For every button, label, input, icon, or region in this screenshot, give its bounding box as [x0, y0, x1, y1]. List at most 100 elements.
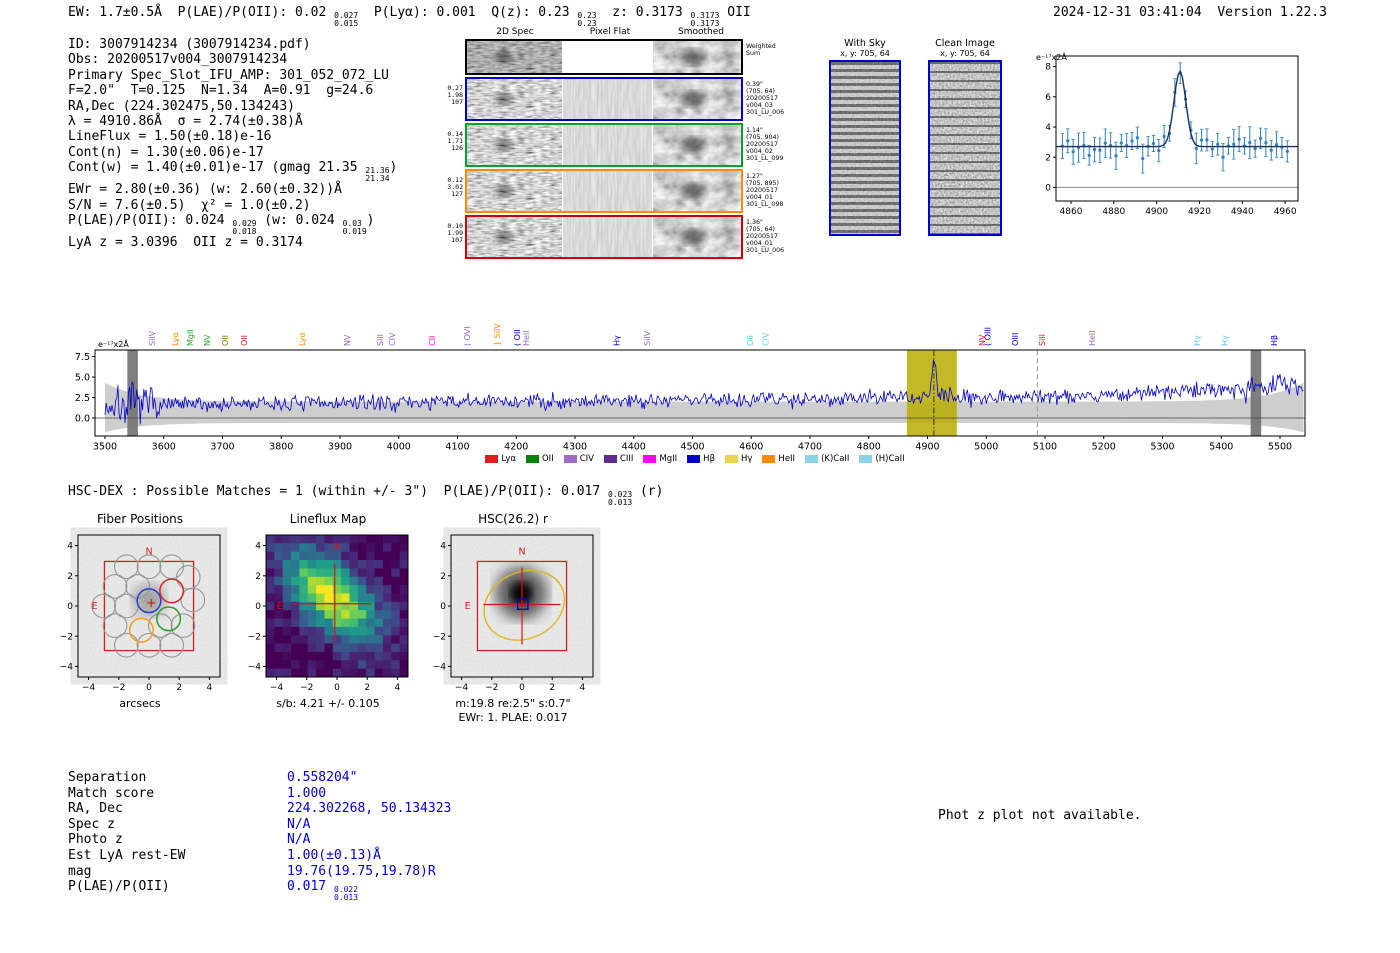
svg-text:5200: 5200 [1092, 442, 1116, 453]
timestamp: 2024-12-31 03:41:04 Version 1.22.3 [1053, 5, 1327, 20]
svg-text:3900: 3900 [328, 442, 352, 453]
svg-text:SiII: SiII [376, 334, 385, 346]
fiber-positions-plot: N E −4 −2 0 2 4 −4 −2 0 2 4 [60, 534, 221, 693]
lineflux-map-title: Lineflux Map [289, 512, 367, 526]
legend-item: OII [525, 454, 554, 464]
lineflux-caption: s/b: 4.21 +/- 0.105 [276, 697, 380, 710]
svg-text:4860: 4860 [1060, 207, 1083, 217]
with-sky-title: With Sky [844, 38, 886, 49]
match-table-value: 0.017 0.022 0.013 [287, 879, 359, 902]
svg-text:NV: NV [203, 334, 212, 346]
match-table-value: 1.00(±0.13)Å [287, 847, 381, 863]
svg-text:4920: 4920 [1188, 207, 1211, 217]
svg-text:5400: 5400 [1209, 442, 1233, 453]
lineflux-map-plot: N E −4 −2 0 2 4 −4 −2 0 2 4 [248, 534, 409, 693]
svg-text:0.0: 0.0 [75, 413, 90, 424]
spec2d-cell [653, 125, 741, 165]
svg-text:4900: 4900 [1145, 207, 1168, 217]
match-table-value: 0.558204" [287, 770, 358, 785]
legend-item: Hγ [725, 454, 752, 464]
hsc-caption: m:19.8 re:2.5" s:0.7" [455, 697, 571, 710]
svg-text:−4: −4 [60, 663, 74, 673]
svg-text:−4: −4 [82, 683, 96, 693]
clean-image-title: Clean Image [935, 38, 995, 49]
svg-text:−2: −2 [248, 632, 261, 642]
match-table-value: 1.000 [287, 785, 327, 801]
svg-text:( OIII: ( OIII [983, 327, 992, 346]
legend-item: Lyα [485, 454, 516, 464]
svg-text:MgII: MgII [186, 329, 195, 346]
svg-text:OIII: OIII [1011, 333, 1020, 346]
svg-text:4: 4 [580, 683, 586, 693]
spec2d-row: Weighted Sum [447, 39, 797, 75]
spec2d-col-header: Pixel Flat [589, 27, 631, 37]
spec2d-cell [653, 41, 741, 73]
info-line: ID: 3007914234 (3007914234.pdf) [68, 37, 311, 52]
svg-text:N: N [145, 547, 152, 558]
svg-text:3800: 3800 [269, 442, 293, 453]
svg-text:4600: 4600 [739, 442, 763, 453]
match-table-label: Separation [68, 770, 147, 785]
svg-text:4300: 4300 [563, 442, 587, 453]
svg-text:CIV: CIV [761, 332, 770, 346]
svg-text:2: 2 [67, 572, 73, 582]
svg-text:7.5: 7.5 [75, 352, 90, 363]
spec2d-row: 0.12 3.02 127 1.27" (705, 895) 20200517 v004_0… [447, 169, 797, 213]
with-sky-coords: x, y: 705, 64 [840, 49, 890, 58]
legend-item: CIII [603, 454, 633, 464]
svg-text:−4: −4 [270, 683, 284, 693]
svg-text:0: 0 [255, 602, 261, 612]
hsc-dex-header: HSC-DEX : Possible Matches = 1 (within +… [68, 484, 664, 507]
svg-text:2.5: 2.5 [75, 393, 90, 404]
svg-text:Hγ: Hγ [1221, 335, 1230, 346]
svg-text:OII: OII [221, 335, 230, 346]
match-table-row: Separation 0.558204" [68, 770, 451, 786]
full-spectrum-plot: SiIV Lyα MgII NV OII OII Lyα NV SiII CIV CII( OVI}… [75, 323, 1306, 453]
info-line: Primary Spec_Slot_IFU_AMP: 301_052_072_L… [68, 67, 389, 83]
spec2d-cell [563, 125, 653, 165]
svg-text:3700: 3700 [210, 442, 234, 453]
svg-text:−2: −2 [300, 683, 313, 693]
match-table-value: 224.302268, 50.134323 [287, 801, 452, 817]
svg-text:−2: −2 [60, 632, 73, 642]
svg-text:SiIV: SiIV [148, 330, 157, 346]
svg-text:N: N [518, 547, 525, 558]
svg-text:4100: 4100 [445, 442, 469, 453]
clean-image [928, 60, 1002, 236]
info-line: RA,Dec (224.302475,50.134243) [68, 98, 295, 114]
svg-text:e⁻¹⁷x2Å: e⁻¹⁷x2Å [98, 338, 129, 349]
with-sky-image [829, 60, 901, 236]
svg-text:4960: 4960 [1274, 207, 1297, 217]
svg-text:4200: 4200 [504, 442, 528, 453]
svg-text:2: 2 [364, 683, 370, 693]
match-table-label: Est LyA rest-EW [68, 847, 186, 863]
spec2d-cell [563, 79, 653, 119]
spec2d-cell [467, 41, 563, 73]
hsc-cutout-title: HSC(26.2) r [478, 512, 548, 526]
match-table-label: Match score [68, 785, 155, 801]
spec2d-headers: 2D Spec Pixel Flat Smoothed [467, 27, 797, 37]
spec2d-cell [563, 171, 653, 211]
spec2d-row: 0.10 1.99 107 1.36" (705, 64) 20200517 v004_01… [447, 215, 797, 259]
svg-text:} SiIV: } SiIV [493, 323, 502, 346]
info-line: Cont(n) = 1.30(±0.06)e-17 [68, 144, 264, 160]
match-table-label: P(LAE)/P(OII) [68, 879, 170, 895]
info-line: S/N = 7.6(±0.5) χ² = 1.0(±0.2) [68, 197, 311, 213]
svg-text:4: 4 [255, 542, 261, 552]
match-table-row: mag 19.76(19.75,19.78)R [68, 864, 451, 880]
clean-image-panel: Clean Image x, y: 705, 64 [925, 38, 1005, 236]
svg-text:NV: NV [343, 334, 352, 346]
spec2d-cell [653, 171, 741, 211]
fiber-xlabel: arcsecs [119, 697, 161, 710]
svg-text:SiIV: SiIV [643, 330, 652, 346]
svg-text:E: E [92, 601, 98, 612]
svg-text:−2: −2 [112, 683, 125, 693]
legend-item: (H)CaII [859, 454, 905, 464]
svg-text:5100: 5100 [1033, 442, 1057, 453]
svg-text:CIV: CIV [388, 332, 397, 346]
svg-text:2: 2 [1045, 153, 1051, 163]
svg-text:e⁻¹⁷x2Å: e⁻¹⁷x2Å [1036, 51, 1067, 62]
match-table-row: P(LAE)/P(OII) 0.017 0.022 0.013 [68, 879, 451, 901]
legend-item: (K)CaII [805, 454, 849, 464]
match-table-row: Match score 1.000 [68, 786, 451, 802]
